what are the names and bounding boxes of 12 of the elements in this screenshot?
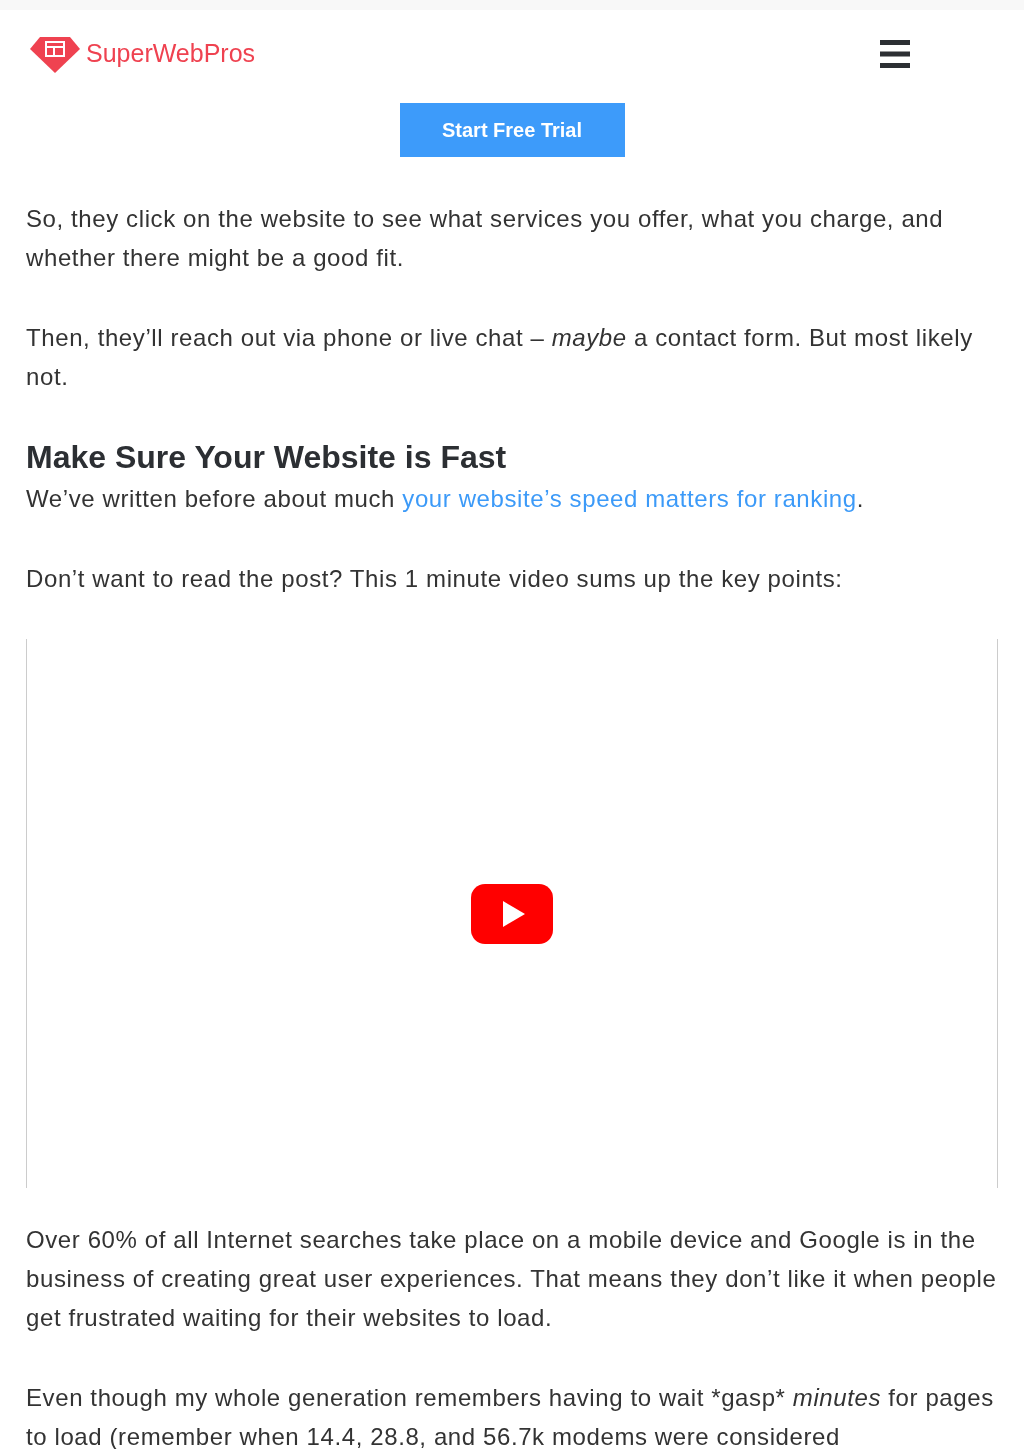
start-trial-button[interactable]: Start Free Trial [399, 103, 625, 157]
paragraph: So, they click on the website to see what services you offer, what you charge, and whether there might be a good fit. [26, 204, 945, 273]
paragraph: Don’t want to read the post? This 1 minute video sums up the key points: [26, 564, 844, 594]
paragraph: Then, they’ll reach out via phone or live chat – maybe a contact form. But most likely not. [26, 323, 974, 392]
article-link[interactable]: your website’s speed matters for ranking [402, 485, 857, 512]
paragraph: We’ve written before about much your website’s speed matters for ranking. [26, 484, 865, 514]
logo-icon [30, 35, 80, 73]
section-heading: Make Sure Your Website is Fast [26, 438, 508, 477]
paragraph: Over 60% of all Internet searches take place on a mobile device and Google is in the business of creating great user experiences. That means they don’t like it when people get frustrated waiting for their websites to load. [26, 1225, 998, 1333]
menu-icon[interactable] [880, 39, 910, 69]
play-icon[interactable] [471, 883, 553, 944]
logo-text[interactable]: SuperWebPros [86, 35, 256, 73]
